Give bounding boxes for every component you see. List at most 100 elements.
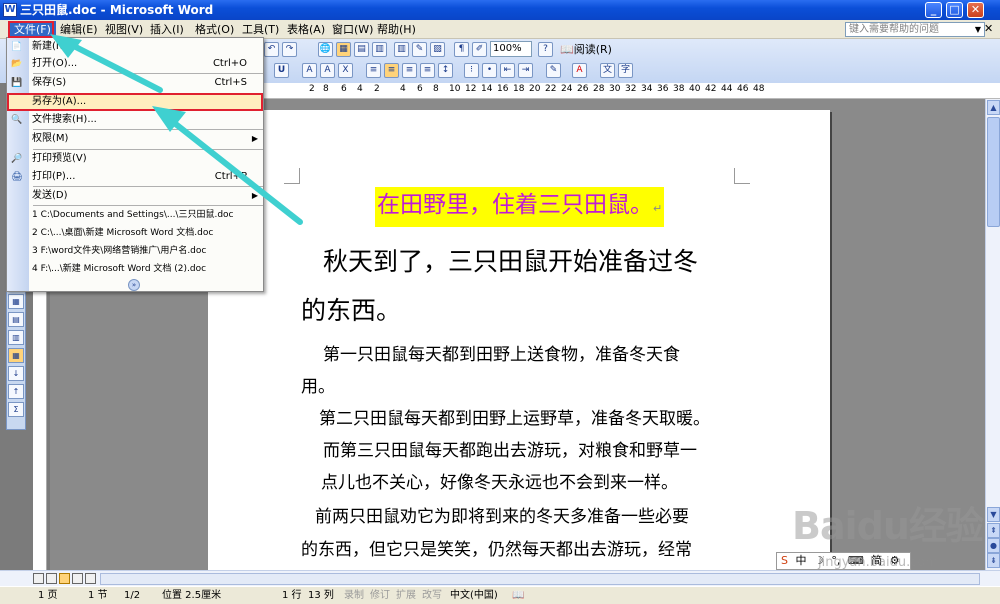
document-page[interactable]: 在田野里，住着三只田鼠。↵ 秋天到了，三只田鼠开始准备过冬 的东西。 第一只田鼠… (208, 110, 830, 570)
drawing-icon[interactable]: ✎ (412, 42, 427, 57)
menu-item-label: 打开(O)... (32, 58, 78, 69)
char-shading-icon[interactable]: A (320, 63, 335, 78)
menu-item-save-as[interactable]: 另存为(A)... (7, 93, 263, 111)
menu-edit[interactable]: 编辑(E) (55, 21, 103, 38)
menu-insert[interactable]: 插入(I) (145, 21, 189, 38)
menu-item-open[interactable]: 📂 打开(O)... Ctrl+O (7, 55, 263, 73)
menu-help[interactable]: 帮助(H) (372, 21, 421, 38)
zoom-select[interactable]: 100% (490, 41, 532, 57)
autosum-icon[interactable]: Σ (8, 402, 24, 417)
undo-icon[interactable]: ↶ (264, 42, 279, 57)
status-ovr[interactable]: 改写 (422, 589, 442, 603)
ruler-mark: 14 (481, 84, 493, 94)
highlight-icon[interactable]: ✎ (546, 63, 561, 78)
justify-icon[interactable]: ≡ (420, 63, 435, 78)
submenu-arrow-icon: ▶ (251, 191, 258, 200)
ime-item[interactable]: 中 (795, 553, 806, 569)
menu-item-recent-3[interactable]: 3 F:\word文件夹\网络营销推广\用户名.doc (7, 242, 263, 260)
font-color-icon[interactable]: A (572, 63, 587, 78)
insert-table-icon[interactable]: ▤ (354, 42, 369, 57)
side-tool-icon[interactable]: ▥ (8, 330, 24, 345)
status-bar: 1 页 1 节 1/2 位置 2.5厘米 1 行 13 列 录制 修订 扩展 改… (0, 586, 1000, 604)
menu-item-recent-4[interactable]: 4 F:\...\新建 Microsoft Word 文档 (2).doc (7, 260, 263, 278)
print-icon: 🖨 (11, 172, 23, 182)
side-tool-icon[interactable]: ▦ (8, 348, 24, 363)
char-scale-icon[interactable]: X (338, 63, 353, 78)
menu-item-permission[interactable]: 权限(M) ▶ (7, 130, 263, 148)
horizontal-ruler[interactable]: 8 6 4 2 2 4 6 8 10 12 14 16 18 20 22 24 … (264, 83, 1000, 99)
char-border-icon[interactable]: A (302, 63, 317, 78)
phonetic-guide-icon[interactable]: 文 (600, 63, 615, 78)
scroll-up-icon[interactable]: ▲ (987, 100, 1000, 115)
menu-tools[interactable]: 工具(T) (237, 21, 284, 38)
columns-icon[interactable]: ▥ (394, 42, 409, 57)
menu-item-save[interactable]: 💾 保存(S) Ctrl+S (7, 74, 263, 92)
vertical-ruler[interactable] (33, 290, 47, 570)
formatting-toolbar: U A A X ≡ ≡ ≡ ≡ ↕ ⁝ • ⇤ ⇥ ✎ A 文 字 (264, 60, 664, 80)
maximize-button[interactable]: □ (946, 2, 963, 18)
document-map-icon[interactable]: ▧ (430, 42, 445, 57)
hscroll-track[interactable] (100, 573, 980, 585)
line-spacing-icon[interactable]: ↕ (438, 63, 453, 78)
show-hide-icon[interactable]: ¶ (454, 42, 469, 57)
doc-line: 用。 (301, 377, 335, 397)
decrease-indent-icon[interactable]: ⇤ (500, 63, 515, 78)
side-tool-icon[interactable]: ▤ (8, 312, 24, 327)
sort-descending-icon[interactable]: ↑ (8, 384, 24, 399)
menu-item-print-preview[interactable]: 🔎 打印预览(V) (7, 150, 263, 168)
word-app-icon[interactable]: W (3, 3, 17, 17)
enclose-char-icon[interactable]: 字 (618, 63, 633, 78)
menu-format[interactable]: 格式(O) (190, 21, 239, 38)
menu-item-send[interactable]: 发送(D) ▶ (7, 187, 263, 205)
close-button[interactable]: ✕ (967, 2, 984, 18)
bullets-icon[interactable]: • (482, 63, 497, 78)
help-search-input[interactable]: 键入需要帮助的问题 ▼ (845, 22, 985, 37)
outline-view-icon[interactable] (72, 573, 83, 584)
document-close-icon[interactable]: ✕ (984, 22, 996, 36)
status-trk[interactable]: 修订 (370, 589, 390, 603)
menu-window[interactable]: 窗口(W) (327, 21, 378, 38)
horizontal-scrollbar[interactable] (0, 570, 1000, 586)
excel-icon[interactable]: ▥ (372, 42, 387, 57)
chevron-down-icon[interactable]: ▼ (972, 23, 984, 36)
status-rec[interactable]: 录制 (344, 589, 364, 603)
tables-borders-icon[interactable]: ▦ (336, 42, 351, 57)
normal-view-icon[interactable] (33, 573, 44, 584)
next-page-icon[interactable]: ⇟ (987, 553, 1000, 568)
help-icon[interactable]: ? (538, 42, 553, 57)
align-center-icon[interactable]: ≡ (384, 63, 399, 78)
menu-item-label: 1 C:\Documents and Settings\...\三只田鼠.doc (32, 210, 234, 220)
menu-view[interactable]: 视图(V) (100, 21, 148, 38)
web-view-icon[interactable] (46, 573, 57, 584)
minimize-button[interactable]: _ (925, 2, 942, 18)
status-ext[interactable]: 扩展 (396, 589, 416, 603)
increase-indent-icon[interactable]: ⇥ (518, 63, 533, 78)
menu-item-file-search[interactable]: 🔍 文件搜索(H)... (7, 111, 263, 129)
numbering-icon[interactable]: ⁝ (464, 63, 479, 78)
scroll-down-icon[interactable]: ▼ (987, 507, 1000, 522)
scroll-thumb[interactable] (987, 117, 1000, 227)
hyperlink-icon[interactable]: 🌐 (318, 42, 333, 57)
ruler-mark: 42 (705, 84, 717, 94)
menu-item-print[interactable]: 🖨 打印(P)... Ctrl+P (7, 168, 263, 186)
redo-icon[interactable]: ↷ (282, 42, 297, 57)
align-right-icon[interactable]: ≡ (402, 63, 417, 78)
browse-object-icon[interactable]: ● (987, 538, 1000, 553)
align-left-icon[interactable]: ≡ (366, 63, 381, 78)
ink-icon[interactable]: ✐ (472, 42, 487, 57)
prev-page-icon[interactable]: ⇞ (987, 523, 1000, 538)
menu-item-recent-1[interactable]: 1 C:\Documents and Settings\...\三只田鼠.doc (7, 206, 263, 224)
expand-menu-icon[interactable]: » (128, 279, 140, 291)
sort-ascending-icon[interactable]: ↓ (8, 366, 24, 381)
spelling-status-icon[interactable]: 📖 (512, 589, 524, 603)
read-button[interactable]: 📖阅读(R) (560, 42, 612, 57)
menu-item-new[interactable]: 📄 新建(N)... (7, 38, 263, 56)
menu-item-recent-2[interactable]: 2 C:\...\桌面\新建 Microsoft Word 文档.doc (7, 224, 263, 242)
vertical-scrollbar[interactable]: ▲ ▼ ⇞ ● ⇟ (985, 99, 1000, 570)
reading-view-icon[interactable] (85, 573, 96, 584)
underline-icon[interactable]: U (274, 63, 289, 78)
status-page-of: 1/2 (124, 590, 141, 601)
print-view-icon[interactable] (59, 573, 70, 584)
menu-table[interactable]: 表格(A) (282, 21, 330, 38)
side-tool-icon[interactable]: ▦ (8, 294, 24, 309)
